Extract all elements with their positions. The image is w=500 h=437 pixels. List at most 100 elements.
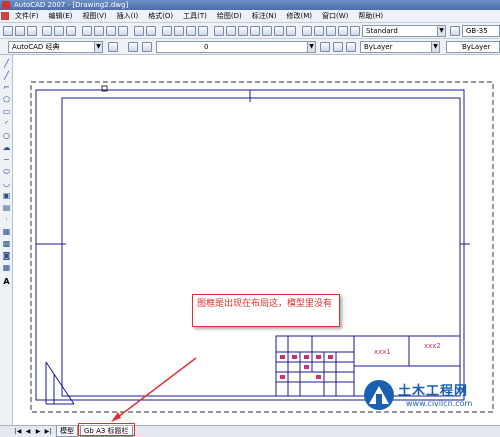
make-block-icon[interactable]: ▤	[2, 203, 11, 212]
title-block-cell-left: xxx1	[374, 348, 391, 356]
gradient-icon[interactable]: ▩	[2, 239, 11, 248]
layer-manager-icon[interactable]	[302, 26, 312, 36]
chevron-down-icon: ▼	[431, 42, 439, 52]
new-icon[interactable]	[3, 26, 13, 36]
civilcn-logo-icon	[364, 380, 394, 410]
layer-properties-icon[interactable]	[128, 42, 138, 52]
annotation-callout: 图框是出现在布局这，模型里没有	[192, 294, 340, 327]
first-tab-icon[interactable]: |◀	[14, 427, 22, 436]
menu-bar: 文件(F) 编辑(E) 视图(V) 插入(I) 格式(O) 工具(T) 绘图(D…	[0, 10, 500, 23]
circle-icon[interactable]: ○	[2, 131, 11, 140]
ucs-icon	[45, 361, 75, 405]
quickcalc-icon[interactable]	[274, 26, 284, 36]
drawing-canvas[interactable]: xxx1 xxx2	[14, 56, 500, 424]
design-center-icon[interactable]	[226, 26, 236, 36]
layer-previous-icon[interactable]	[333, 42, 343, 52]
sheet-set-icon[interactable]	[250, 26, 260, 36]
arrow-head-icon	[111, 412, 121, 422]
menu-insert[interactable]: 插入(I)	[112, 11, 144, 21]
autocad-app-icon	[2, 1, 10, 9]
tool-palettes-icon[interactable]	[238, 26, 248, 36]
watermark-name: 土木工程网	[398, 384, 469, 399]
linetype-select[interactable]: ByLayer	[446, 41, 500, 53]
layer-select[interactable]: 0 ▼	[156, 41, 316, 53]
zoom-previous-icon[interactable]	[198, 26, 208, 36]
ellipse-icon[interactable]: ⬭	[2, 167, 11, 176]
tab-model[interactable]: 模型	[56, 426, 78, 437]
insert-block-icon[interactable]: ▣	[2, 191, 11, 200]
menu-modify[interactable]: 修改(M)	[281, 11, 317, 21]
print-preview-icon[interactable]	[54, 26, 64, 36]
undo-icon[interactable]	[134, 26, 144, 36]
copy-icon[interactable]	[94, 26, 104, 36]
menu-tools[interactable]: 工具(T)	[178, 11, 212, 21]
construction-line-icon[interactable]: ╱	[2, 71, 11, 80]
layer-state-icon[interactable]	[314, 26, 324, 36]
polygon-icon[interactable]: ⬠	[2, 95, 11, 104]
redo-icon[interactable]	[146, 26, 156, 36]
prev-tab-icon[interactable]: ◀	[24, 427, 32, 436]
menu-view[interactable]: 视图(V)	[77, 11, 111, 21]
next-tab-icon[interactable]: ▶	[34, 427, 42, 436]
annotation-arrow	[113, 357, 197, 421]
publish-icon[interactable]	[66, 26, 76, 36]
table-tool-icon[interactable]: ▦	[2, 263, 11, 272]
window-title: AutoCAD 2007 - [Drawing2.dwg]	[14, 1, 129, 9]
open-icon[interactable]	[15, 26, 25, 36]
menu-edit[interactable]: 编辑(E)	[44, 11, 78, 21]
text-icon[interactable]: A	[2, 277, 11, 286]
menu-draw[interactable]: 绘图(D)	[212, 11, 247, 21]
paste-icon[interactable]	[106, 26, 116, 36]
pan-icon[interactable]	[162, 26, 172, 36]
layout-sheet: xxx1 xxx2	[30, 81, 494, 422]
cut-icon[interactable]	[82, 26, 92, 36]
text-style-icon[interactable]	[350, 26, 360, 36]
dim-style-select[interactable]: GB-35	[462, 25, 500, 37]
table-icon[interactable]	[338, 26, 348, 36]
menu-file[interactable]: 文件(F)	[10, 11, 44, 21]
print-icon[interactable]	[42, 26, 52, 36]
save-icon[interactable]	[27, 26, 37, 36]
sheet-outer-border	[35, 89, 465, 401]
workspace-select[interactable]: AutoCAD 经典 ▼	[8, 41, 103, 53]
hatch-icon[interactable]: ▦	[2, 227, 11, 236]
text-style-select[interactable]: Standard ▼	[362, 25, 446, 37]
region-icon[interactable]: ◙	[2, 251, 11, 260]
multiline-text-icon[interactable]	[326, 26, 336, 36]
last-tab-icon[interactable]: ▶|	[44, 427, 52, 436]
color-select[interactable]: ByLayer ▼	[360, 41, 440, 53]
polyline-icon[interactable]: ⌐	[2, 83, 11, 92]
point-icon[interactable]: ·	[2, 215, 11, 224]
make-layer-current-icon[interactable]	[320, 42, 330, 52]
workspace-settings-icon[interactable]	[108, 42, 118, 52]
sheet-inner-frame	[61, 97, 461, 397]
menu-window[interactable]: 窗口(W)	[317, 11, 353, 21]
menu-format[interactable]: 格式(O)	[143, 11, 178, 21]
properties-icon[interactable]	[214, 26, 224, 36]
rectangle-icon[interactable]: ▭	[2, 107, 11, 116]
menu-dimension[interactable]: 标注(N)	[247, 11, 282, 21]
tab-highlight-box	[78, 423, 135, 436]
dim-style-icon[interactable]	[450, 26, 460, 36]
drawing-doc-icon[interactable]	[1, 12, 9, 20]
draw-toolbar: ╱ ╱ ⌐ ⬠ ▭ ◜ ○ ☁ ~ ⬭ ◡ ▣ ▤ · ▦ ▩ ◙ ▦ A	[0, 55, 13, 425]
watermark-url: www.civilcn.com	[406, 399, 473, 408]
help-icon[interactable]	[286, 26, 296, 36]
revision-cloud-icon[interactable]: ☁	[2, 143, 11, 152]
layout-tabs-bar: |◀ ◀ ▶ ▶| 模型 Gb A3 标题栏	[0, 425, 500, 437]
properties-toolbar: AutoCAD 经典 ▼ 0 ▼ ByLayer ▼ ByLayer	[0, 39, 500, 55]
chevron-down-icon: ▼	[437, 26, 445, 36]
menu-help[interactable]: 帮助(H)	[353, 11, 388, 21]
match-properties-icon[interactable]	[118, 26, 128, 36]
arc-icon[interactable]: ◜	[2, 119, 11, 128]
ellipse-arc-icon[interactable]: ◡	[2, 179, 11, 188]
spline-icon[interactable]: ~	[2, 155, 11, 164]
zoom-realtime-icon[interactable]	[174, 26, 184, 36]
color-swatch-icon[interactable]	[346, 42, 356, 52]
layer-visibility-icon[interactable]	[142, 42, 152, 52]
zoom-window-icon[interactable]	[186, 26, 196, 36]
title-block-cell-right: xxx2	[424, 342, 441, 350]
standard-toolbar: Standard ▼ GB-35	[0, 23, 500, 39]
markup-icon[interactable]	[262, 26, 272, 36]
line-icon[interactable]: ╱	[2, 59, 11, 68]
